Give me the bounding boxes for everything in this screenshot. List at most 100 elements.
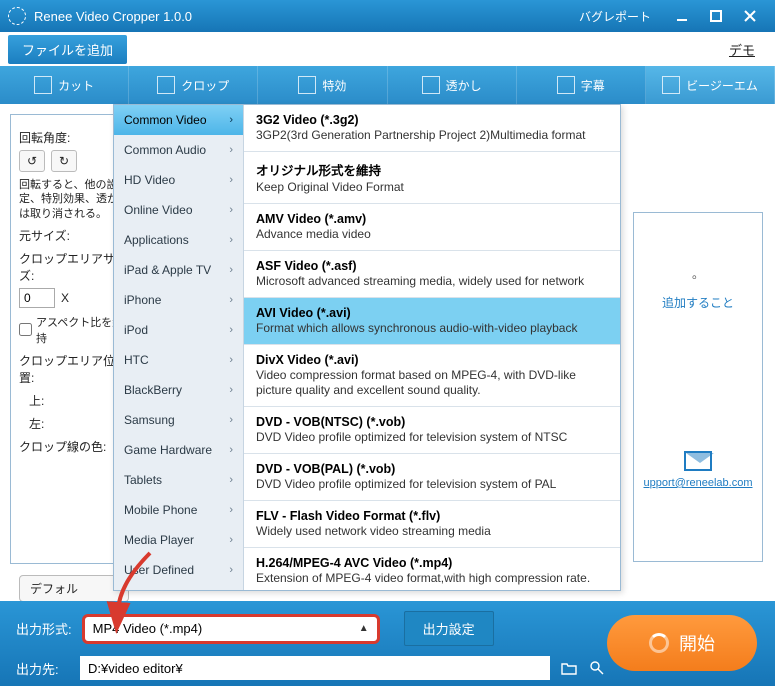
- chevron-right-icon: ›: [229, 474, 233, 486]
- format-name: DVD - VOB(PAL) (*.vob): [256, 462, 608, 476]
- chevron-right-icon: ›: [229, 144, 233, 156]
- category-label: Tablets: [124, 473, 162, 487]
- category-label: Common Video: [124, 113, 207, 127]
- category-item[interactable]: HTC ›: [114, 345, 243, 375]
- add-link[interactable]: 追加すること: [646, 294, 750, 311]
- close-button[interactable]: [733, 4, 767, 28]
- tab-1[interactable]: クロップ: [129, 66, 258, 104]
- chevron-right-icon: ›: [229, 234, 233, 246]
- category-item[interactable]: Samsung›: [114, 405, 243, 435]
- chevron-right-icon: ›: [229, 534, 233, 546]
- category-item[interactable]: Applications›: [114, 225, 243, 255]
- browse-folder-icon[interactable]: [560, 659, 578, 677]
- tab-3[interactable]: 透かし: [388, 66, 517, 104]
- chevron-right-icon: ›: [229, 564, 233, 576]
- mail-icon: [684, 451, 712, 471]
- category-item[interactable]: iPod›: [114, 315, 243, 345]
- format-name: オリジナル形式を維持: [256, 160, 608, 179]
- category-label: Online Video: [124, 203, 193, 217]
- format-item[interactable]: 3G2 Video (*.3g2)3GP2(3rd Generation Par…: [244, 105, 620, 152]
- format-name: DivX Video (*.avi): [256, 353, 608, 367]
- category-item[interactable]: BlackBerry ›: [114, 375, 243, 405]
- format-desc: Keep Original Video Format: [256, 180, 608, 195]
- category-item[interactable]: HD Video›: [114, 165, 243, 195]
- rotate-right-button[interactable]: ↻: [51, 150, 77, 172]
- format-item[interactable]: AVI Video (*.avi)Format which allows syn…: [244, 298, 620, 345]
- aspect-lock-checkbox[interactable]: [19, 323, 32, 336]
- tab-label: クロップ: [181, 77, 229, 94]
- chevron-right-icon: ›: [229, 354, 233, 366]
- chevron-right-icon: ›: [229, 384, 233, 396]
- output-format-combo[interactable]: MP4 Video (*.mp4) ▲: [82, 614, 380, 644]
- maximize-button[interactable]: [699, 4, 733, 28]
- category-label: User Defined: [124, 563, 194, 577]
- format-name: H.264/MPEG-4 AVC Video (*.mp4): [256, 556, 608, 570]
- format-item[interactable]: H.264/MPEG-4 AVC Video (*.mp4)Extension …: [244, 548, 620, 590]
- chevron-right-icon: ›: [229, 444, 233, 456]
- category-item[interactable]: Common Video ›: [114, 105, 243, 135]
- output-path-input[interactable]: [80, 656, 550, 680]
- category-item[interactable]: Recent›: [114, 585, 243, 590]
- category-item[interactable]: Mobile Phone›: [114, 495, 243, 525]
- category-label: Mobile Phone: [124, 503, 197, 517]
- support-email-link[interactable]: upport@reneelab.com: [644, 477, 753, 489]
- category-label: HTC: [124, 353, 149, 367]
- category-label: Game Hardware: [124, 443, 212, 457]
- tab-icon: [557, 76, 575, 94]
- output-format-label: 出力形式:: [16, 619, 72, 638]
- tab-2[interactable]: 特効: [258, 66, 387, 104]
- category-label: Samsung: [124, 413, 175, 427]
- start-spinner-icon: [649, 633, 669, 653]
- chevron-right-icon: ›: [229, 264, 233, 276]
- chevron-right-icon: ›: [229, 114, 233, 126]
- format-item[interactable]: DivX Video (*.avi)Video compression form…: [244, 345, 620, 407]
- dropdown-triangle-icon: ▲: [359, 623, 369, 634]
- category-item[interactable]: Online Video›: [114, 195, 243, 225]
- format-item[interactable]: ASF Video (*.asf)Microsoft advanced stre…: [244, 251, 620, 298]
- tab-label: カット: [58, 77, 94, 94]
- category-label: iPhone: [124, 293, 161, 307]
- crop-x-input[interactable]: [19, 288, 55, 308]
- category-label: iPad & Apple TV: [124, 263, 211, 277]
- format-desc: Microsoft advanced streaming media, wide…: [256, 274, 608, 289]
- format-name: 3G2 Video (*.3g2): [256, 113, 608, 127]
- bugreport-link[interactable]: バグレポート: [579, 8, 651, 25]
- demo-link[interactable]: デモ: [729, 40, 755, 59]
- chevron-right-icon: ›: [229, 174, 233, 186]
- tab-icon: [298, 76, 316, 94]
- category-item[interactable]: Tablets ›: [114, 465, 243, 495]
- tab-icon: [34, 76, 52, 94]
- tab-icon: [422, 76, 440, 94]
- tab-4[interactable]: 字幕: [517, 66, 646, 104]
- chevron-right-icon: ›: [229, 294, 233, 306]
- format-item[interactable]: FLV - Flash Video Format (*.flv)Widely u…: [244, 501, 620, 548]
- category-item[interactable]: Media Player›: [114, 525, 243, 555]
- format-item[interactable]: DVD - VOB(NTSC) (*.vob)DVD Video profile…: [244, 407, 620, 454]
- chevron-right-icon: ›: [229, 324, 233, 336]
- rotate-left-button[interactable]: ↺: [19, 150, 45, 172]
- tab-label: 字幕: [581, 77, 605, 94]
- app-title: Renee Video Cropper 1.0.0: [34, 9, 579, 24]
- format-item[interactable]: オリジナル形式を維持Keep Original Video Format: [244, 152, 620, 204]
- category-item[interactable]: Common Audio ›: [114, 135, 243, 165]
- start-button[interactable]: 開始: [607, 615, 757, 671]
- tab-5[interactable]: ビージーエム: [646, 66, 775, 104]
- category-label: Common Audio: [124, 143, 206, 157]
- minimize-button[interactable]: [665, 4, 699, 28]
- app-logo-icon: [8, 7, 26, 25]
- format-name: DVD - VOB(NTSC) (*.vob): [256, 415, 608, 429]
- format-item[interactable]: AMV Video (*.amv)Advance media video: [244, 204, 620, 251]
- add-file-button[interactable]: ファイルを追加: [8, 35, 127, 64]
- open-folder-icon[interactable]: [588, 659, 606, 677]
- start-button-label: 開始: [679, 630, 715, 656]
- category-item[interactable]: iPhone ›: [114, 285, 243, 315]
- tab-label: 透かし: [446, 77, 482, 94]
- tab-0[interactable]: カット: [0, 66, 129, 104]
- category-item[interactable]: iPad & Apple TV ›: [114, 255, 243, 285]
- category-label: BlackBerry: [124, 383, 182, 397]
- category-item[interactable]: Game Hardware ›: [114, 435, 243, 465]
- format-item[interactable]: DVD - VOB(PAL) (*.vob)DVD Video profile …: [244, 454, 620, 501]
- tab-icon: [157, 76, 175, 94]
- output-settings-button[interactable]: 出力設定: [404, 611, 494, 646]
- category-item[interactable]: User Defined ›: [114, 555, 243, 585]
